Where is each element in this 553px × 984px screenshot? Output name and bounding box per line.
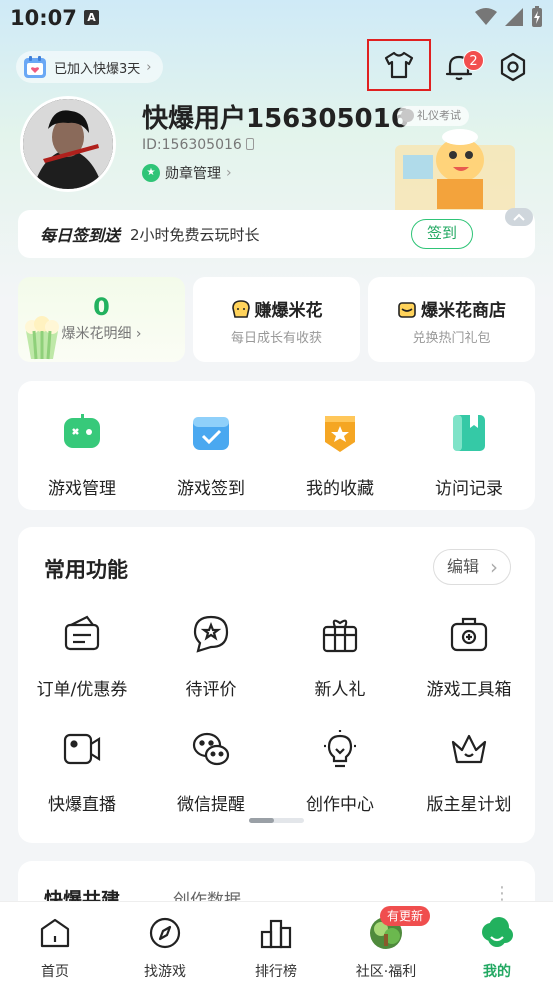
star-shield-icon <box>325 416 355 452</box>
edit-button[interactable]: 编辑 <box>433 549 511 585</box>
popcorn-smile-icon <box>231 299 250 318</box>
status-time: 10:07 <box>10 6 77 30</box>
nav-home[interactable]: 首页 <box>10 916 100 981</box>
update-badge: 有更新 <box>380 906 431 926</box>
function-label: 微信提醒 <box>177 795 245 815</box>
popcorn-bucket-icon <box>25 316 59 360</box>
avatar-image <box>23 99 113 189</box>
daily-checkin-bar: 每日签到送 2小时免费云玩时长 签到 <box>18 208 535 258</box>
lightbulb-icon <box>324 730 356 768</box>
medal-label: 勋章管理 <box>165 166 221 182</box>
function-wechat-reminder[interactable]: 微信提醒 <box>147 728 275 815</box>
nav-label: 首页 <box>41 964 69 980</box>
wifi-icon <box>475 8 497 25</box>
medal-icon <box>142 164 160 182</box>
calendar-heart-icon <box>24 56 46 78</box>
function-label: 新人礼 <box>314 680 366 700</box>
notification-count-badge: 2 <box>463 50 484 71</box>
function-orders-coupons[interactable]: 订单/优惠券 <box>18 613 146 700</box>
common-functions-title: 常用功能 <box>44 558 128 582</box>
username: 快爆用户156305016 <box>142 104 409 134</box>
function-moderator-star-plan[interactable]: 版主星计划 <box>405 728 533 815</box>
checkin-description: 2小时免费云玩时长 <box>130 225 260 244</box>
chevron-right-icon: › <box>146 59 152 75</box>
battery-icon <box>532 6 542 27</box>
function-label: 游戏工具箱 <box>426 680 512 700</box>
popcorn-shop-card[interactable]: 爆米花商店 兑换热门礼包 <box>368 277 535 362</box>
shop-icon <box>398 301 416 318</box>
compass-icon <box>149 917 181 949</box>
crown-icon <box>451 734 487 764</box>
quick-action-history[interactable]: 访问记录 <box>405 412 533 499</box>
function-newcomer-gift[interactable]: 新人礼 <box>276 613 404 700</box>
popcorn-detail-card[interactable]: 0 爆米花明细 › <box>18 277 185 362</box>
joined-days-pill[interactable]: 已加入快爆3天 › <box>16 51 164 83</box>
coupon-icon <box>64 615 100 651</box>
function-label: 版主星计划 <box>426 795 512 815</box>
avatar[interactable] <box>20 96 116 192</box>
page-indicator <box>249 818 304 823</box>
gamepad-icon <box>64 414 100 448</box>
wechat-icon <box>192 732 230 766</box>
earn-popcorn-subtitle: 每日成长有收获 <box>230 331 322 346</box>
settings-hex-icon <box>500 52 526 82</box>
nav-label: 排行榜 <box>255 964 297 980</box>
gift-icon <box>322 619 358 653</box>
nav-label: 社区·福利 <box>355 964 417 980</box>
phone-icon <box>246 138 255 150</box>
nav-find-games[interactable]: 找游戏 <box>120 916 210 981</box>
function-creator-center[interactable]: 创作中心 <box>276 728 404 815</box>
shirt-icon <box>384 51 414 79</box>
profile-cloud-icon <box>482 917 513 947</box>
quick-action-game-checkin[interactable]: 游戏签到 <box>147 412 275 499</box>
collapse-button[interactable] <box>505 208 533 226</box>
signal-icon <box>505 8 523 26</box>
home-icon <box>40 918 70 948</box>
quick-action-game-management[interactable]: 游戏管理 <box>18 412 146 499</box>
bottom-navigation: 首页 找游戏 排行榜 社区·福利 我的 <box>0 901 553 984</box>
nav-label: 找游戏 <box>144 964 186 980</box>
joined-days-text: 已加入快爆3天 <box>54 61 141 77</box>
nav-rankings[interactable]: 排行榜 <box>231 916 321 981</box>
chevron-up-icon <box>513 213 525 221</box>
quick-action-label: 我的收藏 <box>306 479 374 499</box>
bookmark-icon <box>453 415 485 451</box>
bar-chart-icon <box>260 919 292 949</box>
quick-actions-card: 游戏管理 游戏签到 我的收藏 访问记录 <box>18 381 535 510</box>
function-game-toolbox[interactable]: 游戏工具箱 <box>405 613 533 700</box>
function-label: 订单/优惠券 <box>36 680 128 700</box>
quick-action-favorites[interactable]: 我的收藏 <box>276 412 404 499</box>
notification-app-icon: A <box>84 10 99 25</box>
user-id: ID:156305016 <box>142 137 255 153</box>
function-label: 快爆直播 <box>48 795 116 815</box>
quick-action-label: 游戏签到 <box>177 479 245 499</box>
settings-button[interactable] <box>490 44 536 90</box>
earn-popcorn-title: 赚爆米花 <box>254 301 323 321</box>
function-live-stream[interactable]: 快爆直播 <box>18 728 146 815</box>
toolbox-icon <box>450 617 488 652</box>
quick-action-label: 游戏管理 <box>48 479 116 499</box>
earn-popcorn-card[interactable]: 赚爆米花 每日成长有收获 <box>193 277 360 362</box>
star-bubble-icon <box>193 615 229 653</box>
function-label: 待评价 <box>185 680 237 700</box>
status-bar: 10:07 A <box>0 0 553 36</box>
common-functions-card: 常用功能 编辑 订单/优惠券 待评价 新人礼 游戏工具箱 快爆直播 微信提醒 创… <box>18 527 535 843</box>
mascot-illustration <box>395 129 515 215</box>
calendar-check-icon <box>193 417 229 450</box>
popcorn-shop-subtitle: 兑换热门礼包 <box>412 331 491 346</box>
function-label: 创作中心 <box>306 795 374 815</box>
checkin-button[interactable]: 签到 <box>411 219 473 249</box>
dress-up-button[interactable] <box>367 39 431 91</box>
video-camera-icon <box>63 733 101 765</box>
quick-action-label: 访问记录 <box>435 479 503 499</box>
nav-me[interactable]: 我的 <box>452 916 542 981</box>
nav-label: 我的 <box>483 964 511 980</box>
medal-management-link[interactable]: 勋章管理 › <box>142 163 232 183</box>
popcorn-shop-title: 爆米花商店 <box>421 301 506 321</box>
status-icons <box>475 6 543 28</box>
checkin-title: 每日签到送 <box>40 226 121 245</box>
chevron-right-icon: › <box>226 165 232 181</box>
function-to-review[interactable]: 待评价 <box>147 613 275 700</box>
